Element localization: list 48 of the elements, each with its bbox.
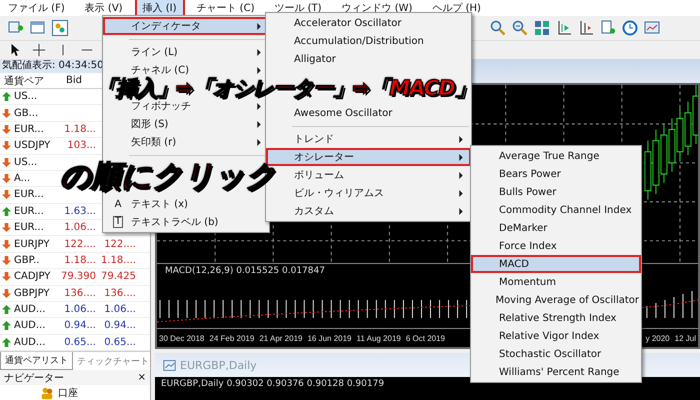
symbol-cell: EUR... bbox=[14, 222, 44, 234]
ask-cell: 122.... bbox=[104, 238, 136, 250]
bid-cell: 1.63... bbox=[64, 206, 96, 217]
date-label: 6 Oct 2019 bbox=[406, 334, 445, 342]
bid-cell: 1.18... bbox=[64, 254, 96, 266]
ask-cell: 1.18.... bbox=[101, 254, 136, 266]
bid-cell: 79.390 bbox=[61, 271, 96, 282]
bid-cell: 136.... bbox=[64, 288, 96, 299]
ask-cell: 79.425 bbox=[101, 271, 136, 282]
symbol-cell: EUR... bbox=[14, 124, 44, 135]
date-label: 16 Jun 2019 bbox=[307, 334, 352, 342]
symbol-cell: GBP.. bbox=[14, 254, 40, 266]
symbol-cell: US... bbox=[14, 91, 38, 102]
symbol-cell: EURJPY bbox=[14, 238, 50, 250]
caption-text: 「挿入」⇨「オシレーター」⇨「MACD」 bbox=[96, 77, 475, 99]
bid-cell: 122.... bbox=[64, 238, 96, 250]
bid-cell: 103... bbox=[67, 140, 96, 152]
ask-cell: 1.06... bbox=[104, 304, 136, 316]
symbol-cell: USDJPY bbox=[14, 140, 50, 152]
symbol-cell: AUD... bbox=[14, 304, 46, 316]
bid-cell: 1.06... bbox=[64, 304, 96, 316]
date-label: 11 Aug 2019 bbox=[356, 334, 401, 342]
date-label: y 2020 bbox=[646, 334, 670, 342]
date-label: 24 Feb 2019 bbox=[209, 334, 254, 342]
navigator-title: ナビゲーター bbox=[4, 372, 64, 384]
bid-cell: 0.65... bbox=[64, 336, 96, 348]
bid-cell: 1.18... bbox=[64, 124, 96, 135]
symbol-cell: EUR... bbox=[14, 189, 44, 200]
chart-info-label: EURGBP,Daily 0.90302 0.90376 0.90128 0.90179 bbox=[161, 379, 384, 389]
ask-cell: 136.... bbox=[104, 288, 136, 299]
symbol-cell: GBPJPY bbox=[14, 288, 50, 299]
symbol-cell: GB... bbox=[14, 108, 38, 119]
date-label: 21 Apr 2019 bbox=[259, 334, 302, 342]
symbol-cell: EUR... bbox=[14, 206, 44, 217]
ask-cell: 0.65... bbox=[104, 336, 136, 348]
bid-cell: 1.06... bbox=[64, 222, 96, 234]
window-title: EURGBP,Daily bbox=[180, 358, 257, 372]
glyph: A bbox=[114, 198, 122, 210]
boxed-glyph: T bbox=[112, 216, 124, 228]
symbol-cell: CADJPY bbox=[14, 271, 50, 282]
date-label: 30 Dec 2018 bbox=[159, 334, 204, 342]
symbol-cell: AUD... bbox=[14, 336, 46, 348]
symbol-cell: AUD... bbox=[14, 320, 46, 332]
bid-cell: 0.94... bbox=[64, 320, 96, 332]
ask-cell: 0.94... bbox=[104, 320, 136, 332]
symbol-cell: A... bbox=[14, 173, 30, 184]
date-label: 12 Jul bbox=[674, 334, 696, 342]
symbol-cell: US... bbox=[14, 156, 38, 168]
